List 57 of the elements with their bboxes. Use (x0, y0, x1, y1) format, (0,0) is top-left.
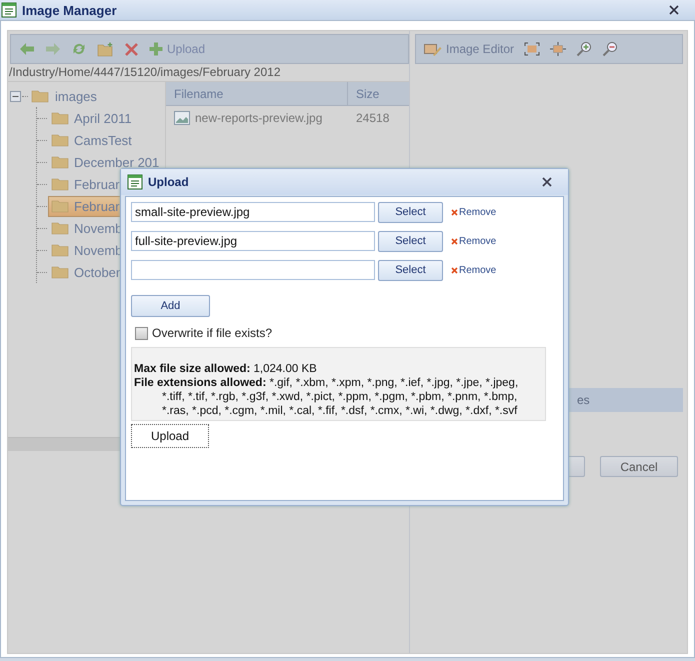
folder-icon (51, 155, 69, 169)
file-name[interactable]: new-reports-preview.jpg (195, 111, 322, 125)
section-title: es (577, 393, 590, 407)
tree-item[interactable]: December 201 (48, 152, 165, 172)
remove-icon (451, 238, 458, 244)
picture-pencil-icon (424, 42, 442, 56)
zoom-in-icon[interactable] (576, 41, 592, 57)
file-input-field[interactable] (131, 260, 375, 280)
checkbox-label[interactable]: Overwrite if file exists? (152, 326, 272, 340)
plus-icon (149, 42, 163, 56)
upload-button[interactable]: Upload (149, 42, 206, 56)
window-icon (127, 174, 143, 190)
folder-icon (51, 111, 69, 125)
tree-item[interactable]: images (55, 88, 97, 104)
tree-item[interactable]: Februar (48, 174, 141, 194)
file-input-field[interactable]: full-site-preview.jpg (131, 231, 375, 251)
select-button[interactable]: Select (378, 230, 443, 252)
folder-icon (31, 89, 49, 103)
delete-icon[interactable] (124, 42, 139, 56)
close-icon[interactable] (669, 5, 679, 15)
path-label: /Industry/Home/4447/15120/images/February 2012 (8, 64, 282, 81)
zoom-out-icon[interactable] (602, 41, 618, 57)
select-button[interactable]: Select (378, 260, 443, 280)
remove-link[interactable]: Remove (451, 206, 496, 218)
image-file-icon (174, 111, 190, 125)
folder-icon (51, 265, 69, 279)
remove-link[interactable]: Remove (451, 264, 496, 276)
folder-icon (51, 177, 69, 191)
remove-icon (451, 208, 458, 216)
fit-screen-icon[interactable] (524, 42, 540, 56)
remove-link[interactable]: Remove (451, 236, 496, 246)
window-icon (1, 2, 17, 18)
folder-icon (51, 133, 69, 147)
close-icon[interactable] (542, 177, 552, 187)
collapse-icon[interactable] (10, 90, 21, 102)
window-title: Image Manager (22, 2, 117, 18)
tree-item[interactable]: April 2011 (48, 108, 153, 128)
column-header[interactable]: Filename (166, 82, 348, 105)
file-input-field[interactable]: small-site-preview.jpg (131, 202, 375, 222)
folder-icon (51, 243, 69, 257)
file-extensions-text: File extensions allowed: *.gif, *.xbm, *.xpm, *.png, *.ief, *.jpg, *.jpe, *.jpeg, *.tiff, *.tif, *.rgb, *.g3f, *.xwd, *.pict, *.ppm, *.pgm, *.pbm, *.pnm, *.bmp, *.ras, *.pcd, *.cgm, *.mil, *.cal, *.fif, *.dsf, *.cmx, *.wi, *.dwg, *.dxf, *.svf (134, 376, 520, 418)
folder-icon (51, 199, 69, 213)
folder-icon (51, 221, 69, 235)
remove-icon (451, 266, 458, 274)
select-button[interactable]: Select (378, 202, 443, 222)
resize-icon[interactable] (550, 42, 566, 56)
tree-item[interactable]: CamsTest (48, 130, 153, 150)
dialog-title: Upload (148, 175, 189, 189)
checkbox[interactable] (135, 326, 148, 340)
max-size-text: Max file size allowed: 1,024.00 KB (134, 362, 317, 376)
tree-item[interactable]: October (48, 262, 142, 282)
add-button[interactable]: Add (131, 295, 210, 317)
cancel-button[interactable]: Cancel (600, 456, 678, 477)
upload-button[interactable]: Upload (131, 424, 209, 448)
column-header[interactable]: Size (348, 82, 380, 105)
file-size: 24518 (355, 111, 390, 125)
image-editor-button[interactable]: Image Editor (424, 42, 514, 56)
